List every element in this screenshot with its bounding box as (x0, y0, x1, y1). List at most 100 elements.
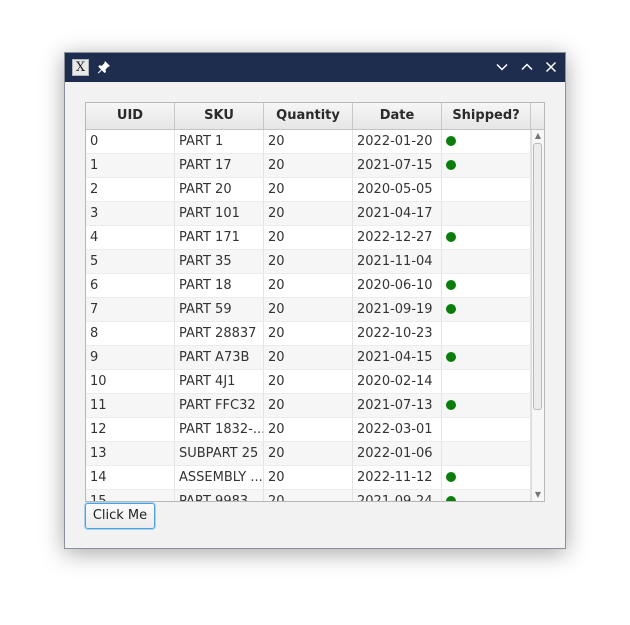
cell-date: 2020-02-14 (353, 370, 442, 393)
cell-sku: PART 9983 (175, 490, 264, 501)
cell-shipped (442, 274, 531, 297)
table-row[interactable]: 12 PART 1832-... 20 2022-03-01 (86, 418, 531, 442)
cell-quantity: 20 (264, 202, 353, 225)
shipped-indicator-icon (446, 472, 456, 482)
table-row[interactable]: 4 PART 171 20 2022-12-27 (86, 226, 531, 250)
cell-shipped (442, 322, 531, 345)
parts-table[interactable]: UID SKU Quantity Date Shipped? 0 PART 1 20… (85, 102, 545, 502)
cell-date: 2021-07-13 (353, 394, 442, 417)
cell-shipped (442, 346, 531, 369)
table-row[interactable]: 15 PART 9983 20 2021-09-24 (86, 490, 531, 501)
cell-uid: 6 (86, 274, 175, 297)
column-header-shipped[interactable]: Shipped? (442, 103, 531, 129)
shipped-indicator-icon (446, 280, 456, 290)
cell-quantity: 20 (264, 394, 353, 417)
cell-quantity: 20 (264, 442, 353, 465)
cell-uid: 0 (86, 130, 175, 153)
maximize-icon[interactable] (519, 59, 535, 75)
cell-uid: 14 (86, 466, 175, 489)
cell-uid: 13 (86, 442, 175, 465)
table-row[interactable]: 14 ASSEMBLY ... 20 2022-11-12 (86, 466, 531, 490)
cell-uid: 7 (86, 298, 175, 321)
cell-quantity: 20 (264, 226, 353, 249)
cell-shipped (442, 226, 531, 249)
scroll-down-icon[interactable]: ▼ (533, 490, 543, 500)
table-row[interactable]: 1 PART 17 20 2021-07-15 (86, 154, 531, 178)
cell-date: 2021-09-19 (353, 298, 442, 321)
minimize-icon[interactable] (494, 59, 510, 75)
cell-quantity: 20 (264, 466, 353, 489)
table-header: UID SKU Quantity Date Shipped? (86, 103, 544, 130)
column-header-uid[interactable]: UID (86, 103, 175, 129)
cell-uid: 9 (86, 346, 175, 369)
cell-shipped (442, 442, 531, 465)
cell-shipped (442, 154, 531, 177)
close-icon[interactable] (543, 59, 559, 75)
cell-quantity: 20 (264, 322, 353, 345)
cell-date: 2022-12-27 (353, 226, 442, 249)
cell-sku: PART 28837 (175, 322, 264, 345)
table-row[interactable]: 8 PART 28837 20 2022-10-23 (86, 322, 531, 346)
cell-sku: PART 1 (175, 130, 264, 153)
title-bar[interactable]: X (65, 53, 565, 82)
cell-sku: PART 101 (175, 202, 264, 225)
scroll-thumb[interactable] (533, 143, 542, 410)
cell-shipped (442, 250, 531, 273)
cell-uid: 12 (86, 418, 175, 441)
cell-date: 2021-04-17 (353, 202, 442, 225)
cell-uid: 5 (86, 250, 175, 273)
table-row[interactable]: 3 PART 101 20 2021-04-17 (86, 202, 531, 226)
cell-uid: 3 (86, 202, 175, 225)
cell-sku: PART 17 (175, 154, 264, 177)
cell-uid: 1 (86, 154, 175, 177)
shipped-indicator-icon (446, 160, 456, 170)
table-row[interactable]: 5 PART 35 20 2021-11-04 (86, 250, 531, 274)
column-header-sku[interactable]: SKU (175, 103, 264, 129)
cell-date: 2022-10-23 (353, 322, 442, 345)
cell-quantity: 20 (264, 154, 353, 177)
shipped-indicator-icon (446, 232, 456, 242)
cell-quantity: 20 (264, 346, 353, 369)
cell-shipped (442, 202, 531, 225)
table-row[interactable]: 10 PART 4J1 20 2020-02-14 (86, 370, 531, 394)
cell-shipped (442, 466, 531, 489)
cell-sku: PART 35 (175, 250, 264, 273)
table-row[interactable]: 2 PART 20 20 2020-05-05 (86, 178, 531, 202)
cell-quantity: 20 (264, 250, 353, 273)
cell-shipped (442, 130, 531, 153)
click-me-button[interactable]: Click Me (85, 503, 155, 529)
cell-sku: PART A73B (175, 346, 264, 369)
table-row[interactable]: 0 PART 1 20 2022-01-20 (86, 130, 531, 154)
header-corner (531, 103, 543, 129)
table-row[interactable]: 9 PART A73B 20 2021-04-15 (86, 346, 531, 370)
table-row[interactable]: 11 PART FFC32 20 2021-07-13 (86, 394, 531, 418)
cell-sku: PART 59 (175, 298, 264, 321)
cell-quantity: 20 (264, 370, 353, 393)
cell-quantity: 20 (264, 490, 353, 501)
table-row[interactable]: 7 PART 59 20 2021-09-19 (86, 298, 531, 322)
cell-shipped (442, 490, 531, 501)
vertical-scrollbar[interactable]: ▲ ▼ (531, 130, 544, 501)
pin-icon[interactable] (96, 59, 112, 75)
column-header-date[interactable]: Date (353, 103, 442, 129)
column-header-quantity[interactable]: Quantity (264, 103, 353, 129)
table-row[interactable]: 6 PART 18 20 2020-06-10 (86, 274, 531, 298)
cell-uid: 11 (86, 394, 175, 417)
cell-date: 2021-11-04 (353, 250, 442, 273)
cell-sku: PART 1832-... (175, 418, 264, 441)
shipped-indicator-icon (446, 304, 456, 314)
app-icon: X (72, 59, 89, 76)
cell-date: 2021-09-24 (353, 490, 442, 501)
cell-shipped (442, 370, 531, 393)
cell-shipped (442, 178, 531, 201)
cell-sku: PART 20 (175, 178, 264, 201)
table-row[interactable]: 13 SUBPART 25 20 2022-01-06 (86, 442, 531, 466)
scroll-up-icon[interactable]: ▲ (533, 131, 543, 141)
cell-uid: 2 (86, 178, 175, 201)
cell-quantity: 20 (264, 274, 353, 297)
app-window: X UID SKU Quantity Date Shipped? 0 PART 1… (64, 52, 566, 549)
cell-quantity: 20 (264, 178, 353, 201)
cell-shipped (442, 394, 531, 417)
shipped-indicator-icon (446, 400, 456, 410)
cell-sku: SUBPART 25 (175, 442, 264, 465)
